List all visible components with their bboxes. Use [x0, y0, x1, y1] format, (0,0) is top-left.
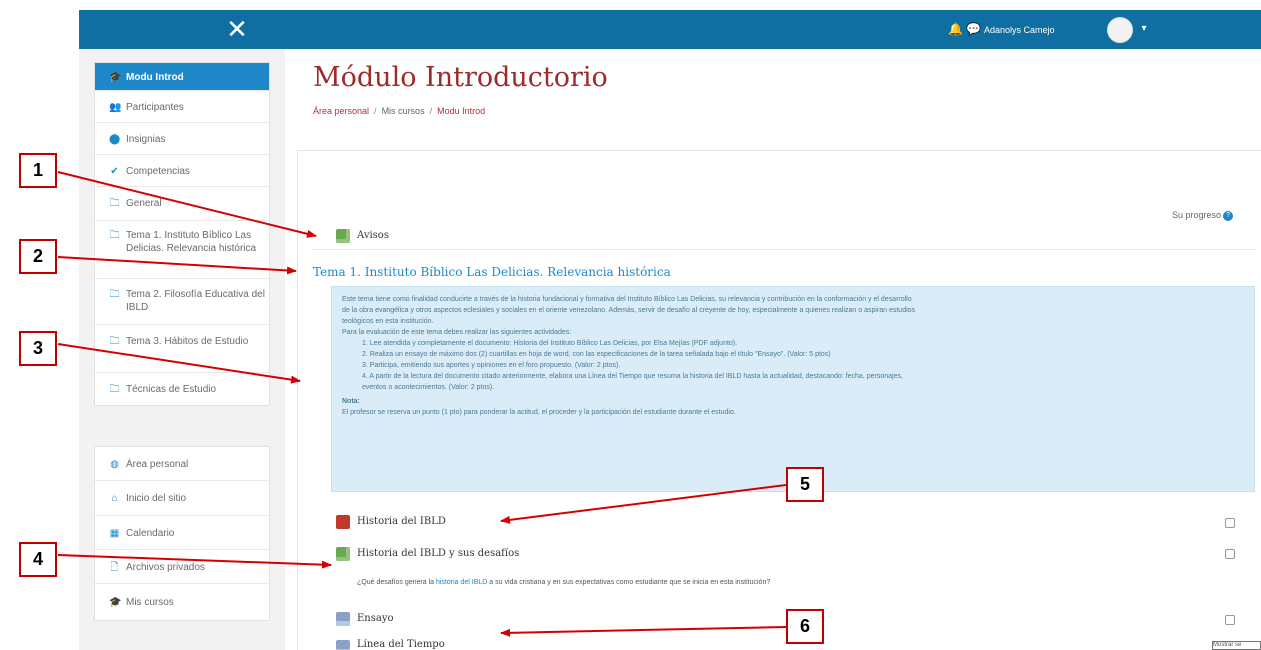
- callout-2: 2: [19, 239, 57, 274]
- summary-line: teológicos en esta institución.: [342, 318, 434, 325]
- summary-line: 1. Lee atendida y completamente el docum…: [362, 340, 738, 347]
- sidebar-item-badges[interactable]: ⬤ Insignias: [95, 123, 269, 155]
- forum-icon: [336, 547, 350, 561]
- folder-icon: 🗀: [109, 198, 120, 209]
- user-name[interactable]: Adanolys Camejo: [984, 22, 1102, 38]
- summary-line: de la obra evangélica y otros aspectos e…: [342, 307, 916, 314]
- callout-5: 5: [786, 467, 824, 502]
- graduation-cap-icon: 🎓: [109, 72, 122, 83]
- callout-6: 6: [786, 609, 824, 644]
- summary-line: 2. Realiza un ensayo de máximo dos (2) c…: [362, 351, 831, 358]
- callout-3: 3: [19, 331, 57, 366]
- help-icon[interactable]: ?: [1223, 210, 1234, 221]
- description-text: a su vida cristiana y en sus expectativa…: [487, 579, 771, 586]
- sidebar-item-general[interactable]: 🗀 General: [95, 187, 269, 221]
- breadcrumb: Área personal / Mis cursos / Modu Introd: [313, 104, 713, 118]
- activity-link-historia[interactable]: Historia del IBLD: [357, 515, 446, 529]
- section-title[interactable]: Tema 1. Instituto Bíblico Las Delicias. …: [313, 263, 913, 281]
- badge-icon: ⬤: [109, 134, 121, 145]
- file-icon: 🗋: [110, 562, 119, 573]
- sidebar-item-tema-3[interactable]: 🗀 Tema 3. Hábitos de Estudio: [95, 325, 269, 373]
- sidebar-item-dashboard[interactable]: ◍ Área personal: [95, 447, 269, 481]
- sidebar-item-label: Archivos privados: [126, 562, 205, 573]
- summary-line: El profesor se reserva un punto (1 pto) …: [342, 409, 736, 416]
- forum-icon: [336, 229, 350, 243]
- sidebar-item-label: Área personal: [126, 459, 189, 470]
- activity-link-desafios[interactable]: Historia del IBLD y sus desafíos: [357, 547, 519, 561]
- breadcrumb-item-my-courses[interactable]: Mis cursos: [382, 106, 425, 116]
- sidebar-item-participants[interactable]: 👥 Participantes: [95, 91, 269, 123]
- chat-icon[interactable]: 💬: [966, 22, 981, 36]
- sidebar-item-my-courses[interactable]: 🎓 Mis cursos: [95, 584, 269, 620]
- sidebar-item-label: Tema 3. Hábitos de Estudio: [126, 336, 249, 347]
- sidebar-item-label: Técnicas de Estudio: [126, 384, 217, 395]
- progress-indicator: Su progreso?: [1172, 208, 1258, 222]
- sidebar-item-course[interactable]: 🎓 Modu Introd: [95, 63, 269, 91]
- summary-line: eventos o acontecimientos. (Valor: 2 pto…: [362, 384, 495, 391]
- sidebar-item-private-files[interactable]: 🗋 Archivos privados: [95, 550, 269, 584]
- users-icon: 👥: [109, 102, 122, 113]
- summary-line: Este tema tiene como finalidad conducirt…: [342, 296, 912, 303]
- activity-description: ¿Qué desafíos genera la historia del IBL…: [357, 577, 1057, 589]
- dashboard-icon: ◍: [110, 459, 119, 470]
- page-title: Módulo Introductorio: [313, 62, 608, 93]
- sidebar-item-label: Mis cursos: [126, 597, 174, 608]
- bell-icon[interactable]: 🔔: [948, 22, 963, 36]
- activity-link-linea-tiempo[interactable]: Línea del Tiempo: [357, 638, 445, 650]
- summary-line: Para la evaluación de este tema debes re…: [342, 329, 572, 336]
- graduation-cap-icon: 🎓: [109, 597, 122, 608]
- activity-link-ensayo[interactable]: Ensayo: [357, 612, 394, 626]
- completion-checkbox[interactable]: [1225, 518, 1235, 528]
- show-tooltip: Mostrar se: [1212, 641, 1261, 650]
- sidebar-item-label: Insignias: [126, 134, 166, 145]
- activity-link-avisos[interactable]: Avisos: [357, 229, 389, 243]
- breadcrumb-separator: /: [374, 106, 377, 116]
- sidebar-item-label: Tema 1. Instituto Bíblico Las Delicias. …: [126, 230, 257, 254]
- avatar[interactable]: [1107, 17, 1133, 43]
- sidebar-item-competencies[interactable]: ✔ Competencias: [95, 155, 269, 187]
- sidebar-item-label: Competencias: [126, 166, 190, 177]
- course-nav: 🎓 Modu Introd 👥 Participantes ⬤ Insignia…: [94, 62, 270, 406]
- folder-icon: 🗀: [109, 230, 120, 241]
- breadcrumb-item-course[interactable]: Modu Introd: [437, 106, 485, 116]
- sidebar-item-tema-1[interactable]: 🗀 Tema 1. Instituto Bíblico Las Delicias…: [95, 221, 269, 279]
- breadcrumb-separator: /: [429, 106, 433, 116]
- assignment-icon: [336, 640, 350, 650]
- sidebar-item-label: Inicio del sitio: [126, 493, 187, 504]
- folder-icon: 🗀: [109, 336, 120, 347]
- sidebar-item-calendar[interactable]: ▦ Calendario: [95, 516, 269, 550]
- callout-4: 4: [19, 542, 57, 577]
- close-drawer-icon[interactable]: ✕: [220, 13, 254, 45]
- chevron-down-icon[interactable]: ▾: [1137, 22, 1151, 36]
- progress-label: Su progreso: [1172, 210, 1222, 220]
- home-icon: ⌂: [111, 493, 118, 504]
- breadcrumb-item-dashboard[interactable]: Área personal: [313, 106, 369, 116]
- assignment-icon: [336, 612, 350, 626]
- calendar-icon: ▦: [109, 528, 120, 539]
- completion-checkbox[interactable]: [1225, 549, 1235, 559]
- sidebar-item-tecnicas[interactable]: 🗀 Técnicas de Estudio: [95, 373, 269, 405]
- folder-icon: 🗀: [109, 289, 120, 300]
- description-text: ¿Qué desafíos genera la: [357, 579, 436, 586]
- site-nav: ◍ Área personal ⌂ Inicio del sitio ▦ Cal…: [94, 446, 270, 621]
- sidebar-item-label: General: [126, 198, 162, 209]
- top-navbar: ✕ 🔔 💬 Adanolys Camejo ▾: [79, 10, 1261, 49]
- completion-checkbox[interactable]: [1225, 615, 1235, 625]
- sidebar-item-label: Participantes: [126, 102, 184, 113]
- sidebar-item-label: Modu Introd: [126, 72, 184, 83]
- callout-1: 1: [19, 153, 57, 188]
- sidebar-item-home[interactable]: ⌂ Inicio del sitio: [95, 481, 269, 516]
- check-icon: ✔: [110, 166, 119, 177]
- description-link[interactable]: historia del IBLD: [436, 579, 487, 586]
- section-divider: [313, 249, 1257, 250]
- sidebar-item-label: Calendario: [126, 528, 175, 539]
- summary-line: 4. A partir de la lectura del documento …: [362, 373, 903, 380]
- sidebar-item-tema-2[interactable]: 🗀 Tema 2. Filosofía Educativa del IBLD: [95, 279, 269, 325]
- section-summary: Este tema tiene como finalidad conducirt…: [331, 286, 1255, 492]
- sidebar-item-label: Tema 2. Filosofía Educativa del IBLD: [126, 289, 265, 313]
- pdf-icon: [336, 515, 350, 529]
- folder-icon: 🗀: [109, 384, 120, 395]
- summary-note-heading: Nota:: [342, 398, 360, 405]
- summary-line: 3. Participa, emitiendo sus aportes y op…: [362, 362, 621, 369]
